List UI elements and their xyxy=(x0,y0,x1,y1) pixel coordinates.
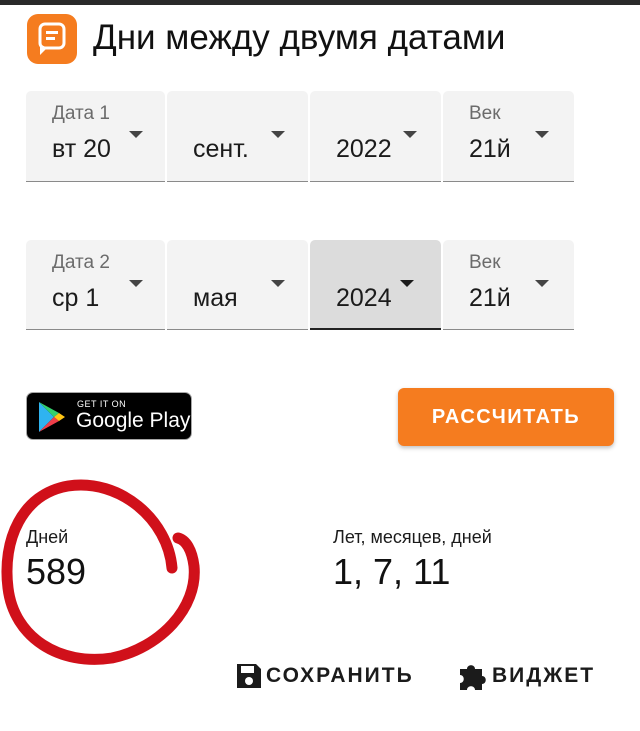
date1-century-label: Век xyxy=(469,103,501,124)
date1-year-value: 2022 xyxy=(336,135,392,163)
date2-year-value: 2024 xyxy=(336,284,392,312)
ymd-label: Лет, месяцев, дней xyxy=(333,527,492,547)
dropdown-caret-icon xyxy=(535,280,549,287)
date2-year-select[interactable]: 2024 xyxy=(310,240,441,330)
date2-day-value: ср 1 xyxy=(52,284,100,312)
date2-day-select[interactable]: Дата 2 ср 1 xyxy=(26,240,165,330)
widget-label: ВИДЖЕТ xyxy=(492,664,596,687)
google-play-big-text: Google Play xyxy=(76,409,191,432)
date2-century-value: 21й xyxy=(469,284,511,312)
puzzle-piece-icon xyxy=(460,665,486,690)
date1-century-select[interactable]: Век 21й xyxy=(443,91,574,182)
dropdown-caret-icon xyxy=(129,280,143,287)
floppy-disk-icon xyxy=(237,664,261,688)
dropdown-caret-icon xyxy=(400,280,414,287)
app-logo-icon xyxy=(27,14,77,64)
date1-month-select[interactable]: сент. xyxy=(167,91,308,182)
date1-day-value: вт 20 xyxy=(52,135,111,163)
save-button[interactable]: СОХРАНИТЬ xyxy=(234,654,414,698)
dropdown-caret-icon xyxy=(535,131,549,138)
date2-month-value: мая xyxy=(193,284,238,312)
date1-year-select[interactable]: 2022 xyxy=(310,91,441,182)
save-label: СОХРАНИТЬ xyxy=(266,664,414,687)
ymd-value: 1, 7, 11 xyxy=(333,551,451,592)
date2-month-select[interactable]: мая xyxy=(167,240,308,330)
date1-month-value: сент. xyxy=(193,135,249,163)
date2-century-select[interactable]: Век 21й xyxy=(443,240,574,330)
dropdown-caret-icon xyxy=(403,131,417,138)
date1-century-value: 21й xyxy=(469,135,511,163)
calculate-button[interactable]: РАССЧИТАТЬ xyxy=(398,388,614,446)
dropdown-caret-icon xyxy=(271,131,285,138)
dropdown-caret-icon xyxy=(271,280,285,287)
hand-drawn-circle-annotation xyxy=(1,479,200,665)
widget-button[interactable]: ВИДЖЕТ xyxy=(456,654,595,698)
google-play-icon xyxy=(39,402,65,432)
status-bar-edge xyxy=(0,0,640,5)
date1-day-select[interactable]: Дата 1 вт 20 xyxy=(26,91,165,182)
dropdown-caret-icon xyxy=(129,131,143,138)
date2-century-label: Век xyxy=(469,252,501,273)
date1-label: Дата 1 xyxy=(52,103,110,124)
google-play-badge[interactable]: GET IT ON Google Play xyxy=(26,392,192,440)
date2-label: Дата 2 xyxy=(52,252,110,273)
page-title: Дни между двумя датами xyxy=(93,18,506,57)
google-play-small-text: GET IT ON xyxy=(77,399,127,409)
